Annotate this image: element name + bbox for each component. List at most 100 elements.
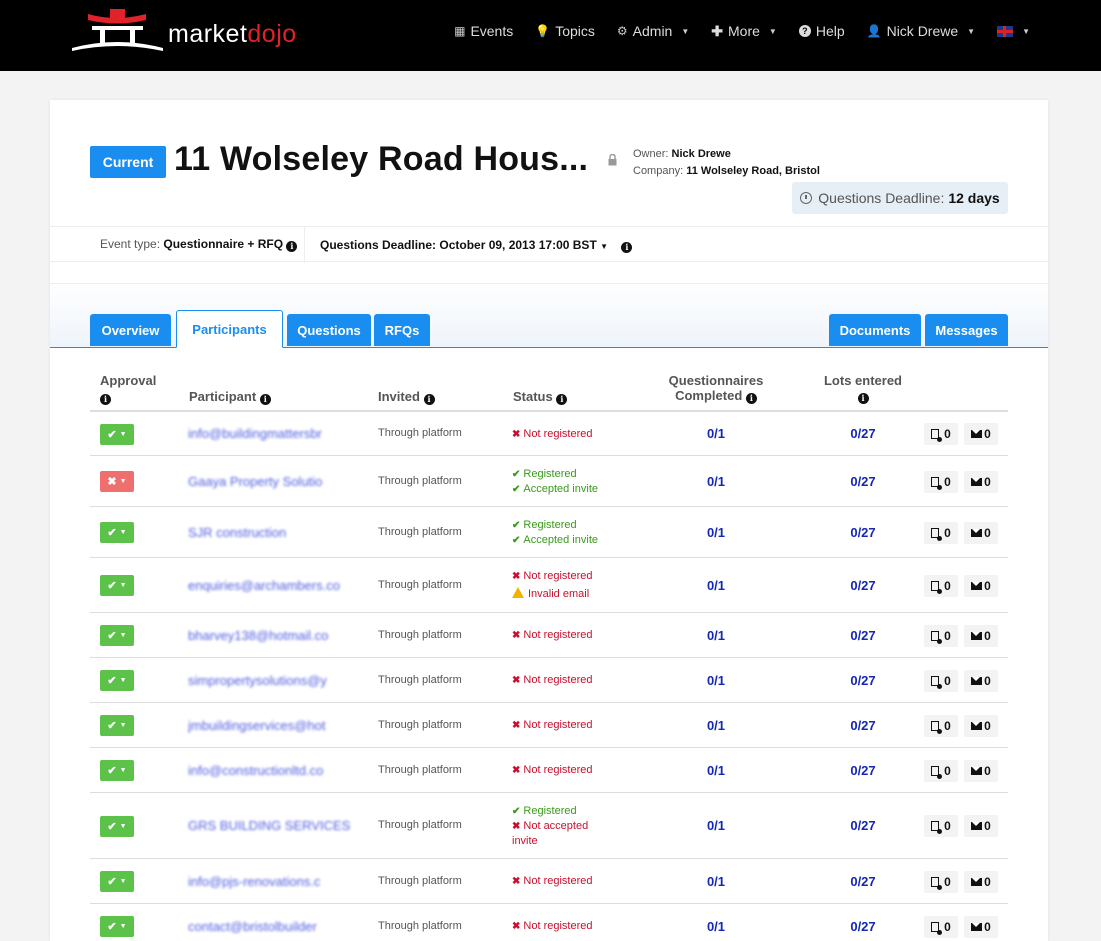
tab-rfqs[interactable]: RFQs (374, 314, 430, 346)
participant-messages-button[interactable]: 0 (964, 669, 998, 692)
approve-toggle-button[interactable]: ✔ ▼ (100, 625, 134, 646)
nav-language[interactable]: ▼ (986, 22, 1041, 40)
header-questionnaires[interactable]: Questionnaires Completed i (656, 373, 776, 404)
participant-documents-button[interactable]: 0 (924, 915, 958, 938)
questionnaires-completed-link[interactable]: 0/1 (686, 578, 746, 593)
cross-icon: ✖ (107, 476, 117, 488)
participant-name[interactable]: jmbuildingservices@hot (188, 718, 358, 733)
participant-documents-button[interactable]: 0 (924, 521, 958, 544)
questionnaires-completed-link[interactable]: 0/1 (686, 474, 746, 489)
brand-logo[interactable]: marketdojo (70, 8, 310, 54)
approve-toggle-button[interactable]: ✔ ▼ (100, 715, 134, 736)
header-invited[interactable]: Invited i (378, 389, 435, 405)
plus-icon: ✚ (711, 22, 723, 39)
invited-method: Through platform (378, 718, 462, 731)
participant-name[interactable]: GRS BUILDING SERVICES (188, 818, 358, 833)
info-icon[interactable]: i (745, 393, 757, 404)
questionnaires-completed-link[interactable]: 0/1 (686, 426, 746, 441)
header-participant[interactable]: Participant i (189, 389, 271, 405)
tab-messages[interactable]: Messages (925, 314, 1008, 346)
lots-entered-link[interactable]: 0/27 (833, 818, 893, 833)
tab-questions[interactable]: Questions (287, 314, 371, 346)
tab-overview[interactable]: Overview (90, 314, 171, 346)
participant-messages-button[interactable]: 0 (964, 870, 998, 893)
questionnaires-completed-link[interactable]: 0/1 (686, 718, 746, 733)
questionnaires-completed-link[interactable]: 0/1 (686, 919, 746, 934)
participant-documents-button[interactable]: 0 (924, 624, 958, 647)
lots-entered-link[interactable]: 0/27 (833, 426, 893, 441)
participant-messages-button[interactable]: 0 (964, 759, 998, 782)
approve-toggle-button[interactable]: ✔ ▼ (100, 522, 134, 543)
approve-toggle-button[interactable]: ✔ ▼ (100, 575, 134, 596)
nav-admin[interactable]: ⚙ Admin ▼ (606, 22, 700, 40)
participant-name[interactable]: bharvey138@hotmail.co (188, 628, 358, 643)
approve-toggle-button[interactable]: ✔ ▼ (100, 670, 134, 691)
nav-topics[interactable]: 💡 Topics (524, 22, 606, 40)
questionnaires-completed-link[interactable]: 0/1 (686, 525, 746, 540)
info-icon[interactable]: i (259, 394, 271, 405)
info-icon[interactable]: i (423, 394, 435, 405)
info-icon[interactable]: i (621, 242, 633, 253)
questionnaires-completed-link[interactable]: 0/1 (686, 673, 746, 688)
info-icon[interactable]: i (286, 241, 298, 252)
participant-messages-button[interactable]: 0 (964, 815, 998, 837)
participant-name[interactable]: info@pjs-renovations.c (188, 874, 358, 889)
participant-documents-button[interactable]: 0 (924, 759, 958, 782)
lots-entered-link[interactable]: 0/27 (833, 474, 893, 489)
participant-documents-button[interactable]: 0 (924, 470, 958, 493)
approve-toggle-button[interactable]: ✔ ▼ (100, 871, 134, 892)
header-status[interactable]: Status i (513, 389, 568, 405)
participant-messages-button[interactable]: 0 (964, 714, 998, 737)
participant-documents-button[interactable]: 0 (924, 870, 958, 893)
nav-help[interactable]: ? Help (788, 22, 856, 40)
lots-entered-link[interactable]: 0/27 (833, 874, 893, 889)
participant-name[interactable]: contact@bristolbuilder (188, 919, 358, 934)
document-upload-icon (931, 765, 943, 779)
questionnaires-completed-link[interactable]: 0/1 (686, 763, 746, 778)
lots-entered-link[interactable]: 0/27 (833, 919, 893, 934)
info-icon[interactable]: i (857, 393, 869, 404)
participant-documents-button[interactable]: 0 (924, 423, 958, 445)
participant-documents-button[interactable]: 0 (924, 714, 958, 737)
tab-documents[interactable]: Documents (829, 314, 921, 346)
approve-toggle-button[interactable]: ✔ ▼ (100, 815, 134, 837)
header-lots[interactable]: Lots entered i (813, 373, 913, 404)
approve-toggle-button[interactable]: ✔ ▼ (100, 916, 134, 937)
participant-name[interactable]: info@buildingmattersbr (188, 426, 358, 441)
participant-messages-button[interactable]: 0 (964, 521, 998, 544)
lots-entered-link[interactable]: 0/27 (833, 763, 893, 778)
participant-name[interactable]: simpropertysolutions@y (188, 673, 358, 688)
lots-entered-link[interactable]: 0/27 (833, 628, 893, 643)
participant-documents-button[interactable]: 0 (924, 815, 958, 837)
approve-toggle-button[interactable]: ✔ ▼ (100, 760, 134, 781)
participant-name[interactable]: SJR construction (188, 525, 358, 540)
questionnaires-completed-link[interactable]: 0/1 (686, 628, 746, 643)
participant-name[interactable]: enquiries@archambers.co (188, 578, 358, 593)
lots-entered-link[interactable]: 0/27 (833, 673, 893, 688)
info-icon[interactable]: i (100, 394, 111, 405)
questionnaires-completed-link[interactable]: 0/1 (686, 874, 746, 889)
lots-entered-link[interactable]: 0/27 (833, 525, 893, 540)
nav-events[interactable]: ▦ Events (443, 22, 524, 40)
nav-more[interactable]: ✚ More ▼ (700, 22, 788, 40)
event-type: Event type: Questionnaire + RFQ i (100, 237, 298, 252)
participant-documents-button[interactable]: 0 (924, 574, 958, 597)
participant-messages-button[interactable]: 0 (964, 423, 998, 445)
participant-name[interactable]: Gaaya Property Solutio (188, 474, 358, 489)
questionnaires-completed-link[interactable]: 0/1 (686, 818, 746, 833)
participant-documents-button[interactable]: 0 (924, 669, 958, 692)
caret-down-icon: ▼ (119, 529, 127, 536)
participant-messages-button[interactable]: 0 (964, 574, 998, 597)
participant-messages-button[interactable]: 0 (964, 470, 998, 493)
lots-entered-link[interactable]: 0/27 (833, 578, 893, 593)
reject-toggle-button[interactable]: ✖ ▼ (100, 471, 134, 492)
nav-user[interactable]: 👤 Nick Drewe ▼ (856, 22, 986, 40)
participant-messages-button[interactable]: 0 (964, 624, 998, 647)
participant-name[interactable]: info@constructionltd.co (188, 763, 358, 778)
lots-entered-link[interactable]: 0/27 (833, 718, 893, 733)
info-icon[interactable]: i (556, 394, 568, 405)
participant-messages-button[interactable]: 0 (964, 915, 998, 938)
deadline-selector[interactable]: Questions Deadline: October 09, 2013 17:… (320, 238, 633, 253)
tab-participants[interactable]: Participants (176, 310, 283, 348)
approve-toggle-button[interactable]: ✔ ▼ (100, 423, 134, 445)
